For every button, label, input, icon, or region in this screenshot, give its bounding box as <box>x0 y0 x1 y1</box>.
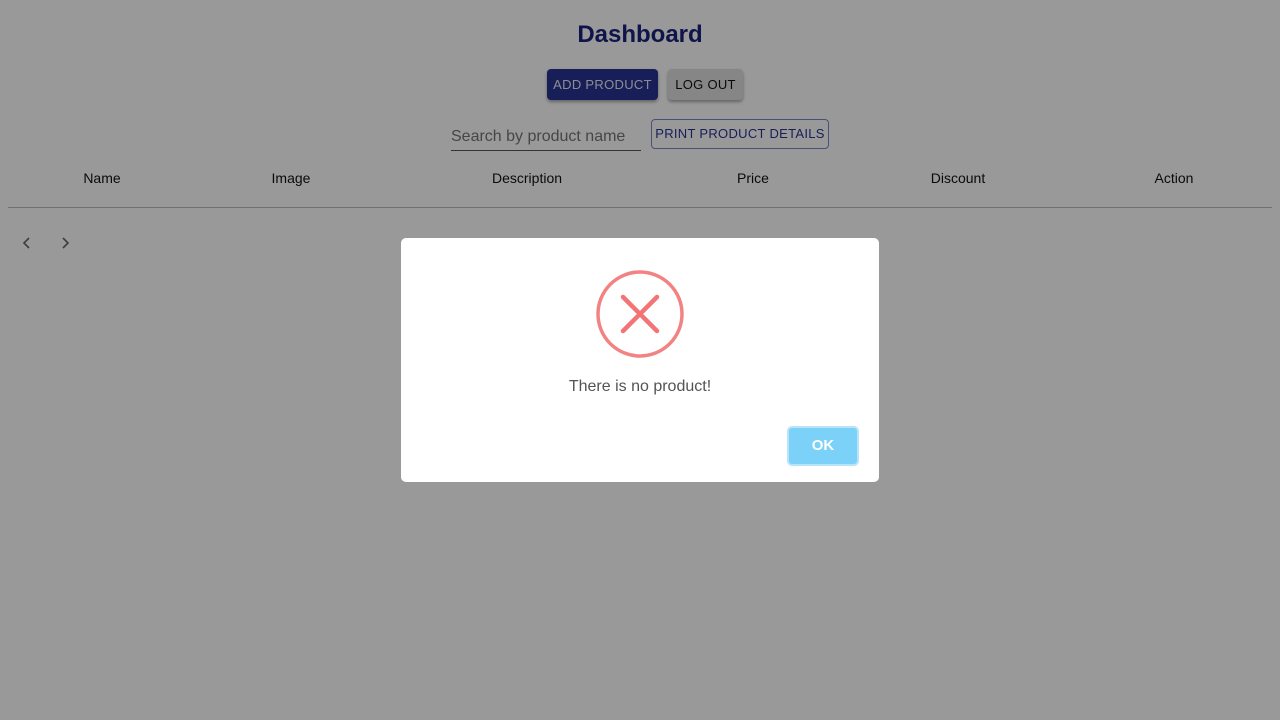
ok-button[interactable]: OK <box>787 426 859 466</box>
alert-dialog: There is no product! OK <box>401 238 879 482</box>
alert-message: There is no product! <box>568 378 712 395</box>
error-x-icon <box>596 270 684 358</box>
